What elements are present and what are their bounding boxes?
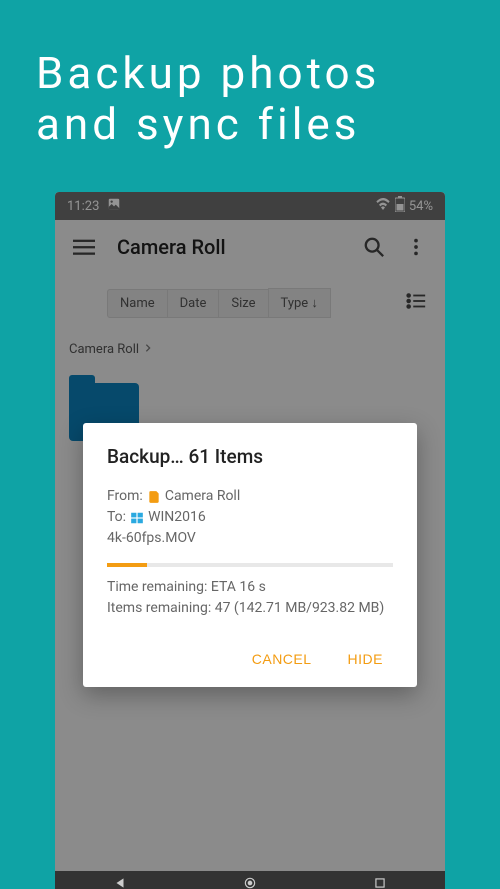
current-file: 4k-60fps.MOV (107, 528, 196, 549)
nav-home-icon[interactable] (241, 875, 259, 889)
nav-recent-icon[interactable] (371, 875, 389, 889)
phone-frame: 11:23 54% Camera Roll Name Date (55, 192, 445, 889)
items-remaining: Items remaining: 47 (142.71 MB/923.82 MB… (107, 598, 393, 619)
promo-line1: Backup photos (36, 48, 464, 99)
to-label: To: (107, 507, 126, 528)
from-value: Camera Roll (165, 486, 240, 507)
time-remaining: Time remaining: ETA 16 s (107, 577, 393, 598)
cancel-button[interactable]: CANCEL (248, 643, 316, 675)
progress-fill (107, 563, 147, 567)
promo-header: Backup photos and sync files (0, 0, 500, 179)
windows-icon (130, 511, 144, 525)
progress-bar (107, 563, 393, 567)
promo-line2: and sync files (36, 99, 464, 150)
hide-button[interactable]: HIDE (344, 643, 387, 675)
sdcard-icon (147, 490, 161, 504)
to-value: WIN2016 (148, 507, 206, 528)
nav-back-icon[interactable] (111, 875, 129, 889)
from-label: From: (107, 486, 143, 507)
backup-dialog: Backup… 61 Items From: Camera Roll To: W… (83, 423, 417, 687)
android-nav-bar (55, 871, 445, 889)
dialog-title: Backup… 61 Items (107, 445, 393, 468)
